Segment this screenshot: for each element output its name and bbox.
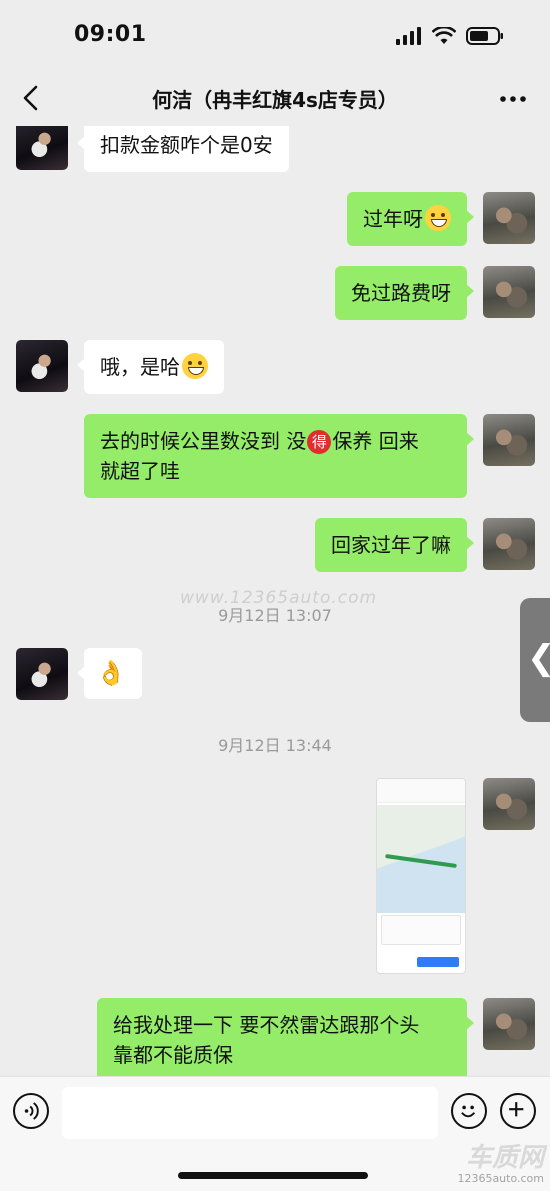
wifi-icon: [432, 27, 456, 44]
timestamp: 9月12日 13:07: [218, 606, 332, 625]
de-sticker-badge: 得: [307, 430, 332, 454]
outgoing-message[interactable]: 给我处理一下 要不然雷达跟那个头 靠都不能质保: [97, 998, 474, 1076]
status-time: 09:01: [74, 22, 147, 47]
start-navigation-button: [417, 957, 459, 967]
incoming-message[interactable]: 扣款金额咋个是0安: [77, 126, 289, 172]
message-text: 免过路费呀: [351, 281, 451, 305]
message-line: 靠都不能质保: [113, 1043, 233, 1067]
timestamp: 9月12日 13:44: [218, 736, 332, 755]
outgoing-message[interactable]: 去的时候公里数没到 没得保养 回来 就超了哇: [84, 414, 474, 498]
outgoing-message[interactable]: 过年呀: [347, 192, 474, 246]
status-icons: [396, 27, 504, 45]
corner-logo: 车质网 12365auto.com: [457, 1144, 544, 1185]
status-bar: 09:01: [0, 0, 550, 70]
battery-icon: [466, 27, 503, 45]
contact-avatar[interactable]: [16, 648, 68, 700]
message-line: 给我处理一下 要不然雷达跟那个头: [113, 1013, 420, 1037]
route-info-panel: [381, 915, 461, 945]
emoji-picker-icon[interactable]: [451, 1093, 487, 1129]
my-avatar[interactable]: [483, 778, 535, 830]
grinning-emoji-icon: [182, 353, 208, 379]
ok-hand-emoji-icon: 👌: [96, 659, 126, 687]
more-functions-plus-icon[interactable]: [500, 1093, 536, 1129]
outgoing-message[interactable]: 免过路费呀: [335, 266, 474, 320]
home-indicator[interactable]: [178, 1172, 368, 1179]
my-avatar[interactable]: [483, 192, 535, 244]
map-screenshot-image[interactable]: [376, 778, 466, 974]
message-text: 扣款金额咋个是0安: [100, 133, 273, 157]
message-input[interactable]: [62, 1087, 438, 1139]
message-line: 就超了哇: [100, 459, 180, 483]
contact-avatar[interactable]: [16, 126, 68, 170]
message-text: 过年呀: [363, 207, 423, 231]
message-text: 去的时候公里数没到 没: [100, 429, 307, 453]
my-avatar[interactable]: [483, 998, 535, 1050]
cellular-signal-icon: [396, 27, 421, 45]
my-avatar[interactable]: [483, 266, 535, 318]
map-search-header: [377, 779, 465, 803]
laughing-tears-emoji-icon: [425, 205, 451, 231]
chevron-left-icon: ❮: [527, 638, 550, 678]
message-text: 回家过年了嘛: [331, 533, 451, 557]
floating-side-handle[interactable]: ❮: [520, 598, 550, 722]
message-list[interactable]: 扣款金额咋个是0安 过年呀 免过路费呀 哦，是哈 去的时候公里数没到 没得保养 …: [0, 126, 550, 1076]
message-line: 去的时候公里数没到 没得保养 回来: [100, 426, 451, 456]
my-avatar[interactable]: [483, 414, 535, 466]
message-text: 保养 回来: [332, 429, 419, 453]
chat-header: 何洁（冉丰红旗4s店专员）: [0, 70, 550, 126]
incoming-message[interactable]: 哦，是哈: [77, 340, 224, 394]
more-options-icon[interactable]: [498, 84, 528, 114]
voice-input-icon[interactable]: [13, 1093, 49, 1129]
chat-title: 何洁（冉丰红旗4s店专员）: [152, 88, 398, 112]
message-text: 哦，是哈: [100, 355, 180, 379]
corner-logo-main: 车质网: [465, 1143, 544, 1173]
my-avatar[interactable]: [483, 518, 535, 570]
corner-logo-sub: 12365auto.com: [457, 1172, 544, 1185]
incoming-message[interactable]: 👌: [77, 648, 142, 699]
contact-avatar[interactable]: [16, 340, 68, 392]
outgoing-message[interactable]: 回家过年了嘛: [315, 518, 474, 572]
